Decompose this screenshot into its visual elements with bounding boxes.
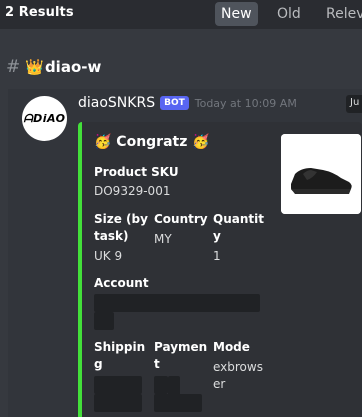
tab-old[interactable]: Old [271,2,307,26]
author-name[interactable]: diaoSNKRS [78,95,155,111]
field-country-value: MY [154,232,172,246]
field-account-label: Account [94,276,149,290]
field-country-label: Country [154,212,208,226]
sneaker-thumbnail[interactable] [281,134,361,214]
message-timestamp: Today at 10:09 AM [194,96,297,110]
jump-button[interactable]: Ju [346,95,362,113]
tab-new[interactable]: New [215,2,258,26]
field-mode-value-line1: exbrows [213,360,263,374]
field-size-label-line1: Size (by [94,212,148,226]
account-redacted-block [94,312,114,330]
field-quantity-label-line2: y [213,229,221,243]
sneaker-image [281,134,361,214]
embed-title: 🥳 Congratz 🥳 [94,134,210,150]
bot-badge: BOT [160,96,189,110]
avatar-logo-text: ᗩDiAO [23,111,66,125]
hash-icon: # [6,57,21,77]
message-header: diaoSNKRS BOT Today at 10:09 AM [78,95,297,111]
payment-redacted-block [154,394,202,412]
crown-emoji: 👑 [25,58,44,76]
payment-redacted-block [154,376,168,394]
shipping-redacted-block [94,394,142,412]
results-count: 2 Results [5,5,74,20]
account-redacted-block [94,294,260,312]
field-quantity-label-line1: Quantit [213,212,264,226]
field-shipping-label-line1: Shippin [94,340,146,354]
field-product-sku-value: DO9329-001 [94,184,171,198]
field-size-label-line2: task) [94,229,129,243]
field-quantity-value: 1 [213,249,221,263]
field-mode-value-line2: er [213,377,226,391]
field-mode-label: Mode [213,340,250,354]
search-results-bar: 2 Results New Old Relev [0,0,362,29]
channel-header[interactable]: # 👑 diao-w [0,52,101,82]
field-size-value: UK 9 [94,249,123,263]
tab-relevant[interactable]: Relev [320,2,362,26]
field-payment-label-line2: t [154,357,160,371]
avatar[interactable]: ᗩDiAO [22,96,67,141]
field-payment-label-line1: Paymen [154,340,208,354]
field-product-sku-label: Product SKU [94,165,179,179]
shipping-redacted-block [94,376,142,394]
embed-accent-bar [78,122,82,417]
channel-name: diao-w [44,58,102,76]
field-shipping-label-line2: g [94,357,103,371]
